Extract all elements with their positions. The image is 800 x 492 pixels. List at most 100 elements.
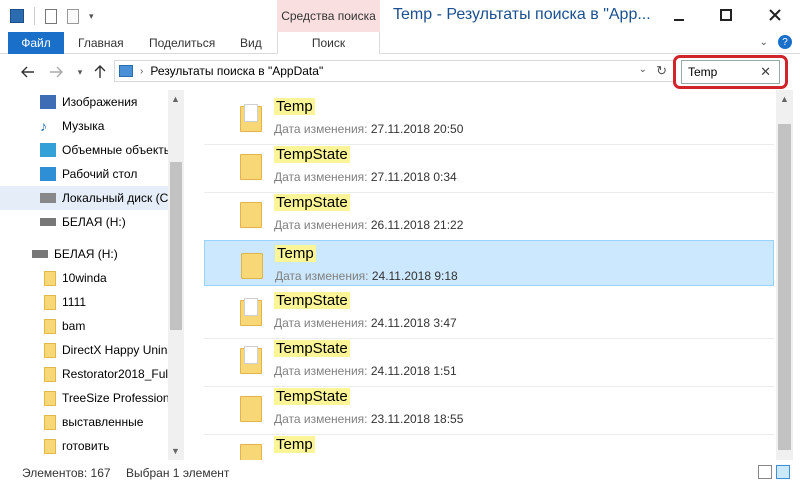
nav-item-label: DirectX Happy Uninstall <box>62 343 168 357</box>
maximize-button[interactable] <box>703 0 749 30</box>
item-date: 24.11.2018 1:51 <box>370 364 457 378</box>
folder-icon <box>240 298 262 328</box>
folder-icon <box>240 154 262 182</box>
item-name: TempState <box>274 146 350 163</box>
status-bar: Элементов: 167 Выбран 1 элемент <box>0 462 800 492</box>
properties-icon[interactable] <box>45 8 57 24</box>
folder-icon <box>240 444 262 460</box>
minimize-button[interactable] <box>656 0 702 30</box>
item-date: 26.11.2018 21:22 <box>370 218 464 232</box>
images-icon <box>40 95 56 109</box>
results-scrollbar[interactable]: ▲ <box>776 90 793 460</box>
tab-share[interactable]: Поделиться <box>149 32 215 54</box>
folder-icon <box>44 414 56 430</box>
new-folder-icon[interactable] <box>67 8 79 24</box>
item-date: 24.11.2018 3:47 <box>370 316 457 330</box>
folder-icon <box>44 294 56 310</box>
navigation-pane: Изображения ♪ Музыка Объемные объекты Ра… <box>0 90 184 460</box>
scrollbar-thumb[interactable] <box>170 162 182 330</box>
item-name: TempState <box>274 388 350 405</box>
title-bar: ▾ Средства поиска Temp - Результаты поис… <box>0 0 800 32</box>
breadcrumb-chevron-icon[interactable]: › <box>140 66 143 77</box>
back-arrow-icon <box>21 66 34 78</box>
nav-item-drive-h[interactable]: БЕЛАЯ (H:) <box>0 210 168 234</box>
search-field[interactable]: ✕ <box>681 60 780 84</box>
folder-icon <box>44 318 56 334</box>
expand-ribbon-icon[interactable]: ⌄ <box>760 37 768 48</box>
desktop-icon <box>40 167 56 181</box>
back-button[interactable] <box>20 64 36 80</box>
clear-search-icon[interactable]: ✕ <box>760 64 771 80</box>
scroll-up-icon[interactable]: ▲ <box>780 94 789 104</box>
nav-item-folder[interactable]: готовить <box>0 434 168 458</box>
list-item[interactable]: TempState Дата изменения: 24.11.2018 3:4… <box>204 288 774 334</box>
nav-item-local-disk[interactable]: Локальный диск (C:) <box>0 186 168 210</box>
scroll-down-icon[interactable]: ▼ <box>171 446 180 456</box>
usb-drive-icon <box>32 250 48 258</box>
details-view-icon[interactable] <box>758 465 772 479</box>
list-item-selected[interactable]: Temp Дата изменения: 24.11.2018 9:18 <box>204 240 774 286</box>
tab-home[interactable]: Главная <box>78 32 124 54</box>
tab-view[interactable]: Вид <box>240 32 262 54</box>
nav-item-drive-h-root[interactable]: БЕЛАЯ (H:) <box>0 242 168 266</box>
list-item[interactable]: Temp <box>204 432 774 460</box>
scrollbar-thumb[interactable] <box>778 124 791 450</box>
item-meta-label: Дата изменения: <box>274 412 368 426</box>
minimize-icon <box>674 19 684 21</box>
folder-icon <box>240 104 262 134</box>
window-title: Temp - Результаты поиска в "App... <box>393 6 651 23</box>
nav-item-folder[interactable]: Restorator2018_Full_ <box>0 362 168 386</box>
address-dropdown-icon[interactable]: ⌄ <box>639 64 647 75</box>
nav-item-folder[interactable]: 10winda <box>0 266 168 290</box>
list-item[interactable]: TempState Дата изменения: 23.11.2018 18:… <box>204 384 774 430</box>
nav-item-music[interactable]: ♪ Музыка <box>0 114 168 138</box>
nav-item-desktop[interactable]: Рабочий стол <box>0 162 168 186</box>
forward-button[interactable] <box>48 64 64 80</box>
help-icon[interactable]: ? <box>778 35 792 49</box>
3d-objects-icon <box>40 143 56 157</box>
scroll-up-icon[interactable]: ▲ <box>171 94 180 104</box>
folder-icon <box>240 346 262 376</box>
nav-item-folder[interactable]: bam <box>0 314 168 338</box>
tab-search[interactable]: Поиск <box>277 32 380 54</box>
item-name: TempState <box>274 340 350 357</box>
close-icon <box>769 9 781 21</box>
content-view-icon[interactable] <box>776 465 790 479</box>
list-item[interactable]: TempState Дата изменения: 26.11.2018 21:… <box>204 190 774 236</box>
usb-drive-icon <box>40 218 56 226</box>
nav-pane-scrollbar[interactable]: ▲ ▼ <box>168 90 184 460</box>
item-name: Temp <box>274 436 315 453</box>
nav-item-label: bam <box>62 319 86 333</box>
qat-dropdown-icon[interactable]: ▾ <box>89 11 94 22</box>
address-bar[interactable]: › Результаты поиска в "AppData" ⌄ ↻ <box>114 60 674 82</box>
nav-item-label: Музыка <box>62 119 105 133</box>
refresh-icon[interactable]: ↻ <box>656 63 667 79</box>
recent-locations-button[interactable]: ▾ <box>72 64 88 80</box>
nav-item-folder[interactable]: выставленные <box>0 410 168 434</box>
list-item[interactable]: TempState Дата изменения: 27.11.2018 0:3… <box>204 142 774 188</box>
nav-item-label: БЕЛАЯ (H:) <box>62 215 126 229</box>
nav-item-label: Изображения <box>62 95 138 109</box>
close-button[interactable] <box>750 0 800 30</box>
item-date: 24.11.2018 9:18 <box>371 269 458 283</box>
list-item[interactable]: Temp Дата изменения: 27.11.2018 20:50 <box>204 94 774 140</box>
folder-icon <box>240 202 262 230</box>
selection-count: Выбран 1 элемент <box>126 466 230 480</box>
address-path[interactable]: Результаты поиска в "AppData" <box>150 64 323 78</box>
nav-item-images[interactable]: Изображения <box>0 90 168 114</box>
search-results-icon <box>119 65 133 77</box>
item-meta-label: Дата изменения: <box>274 218 368 232</box>
search-input[interactable] <box>688 65 758 79</box>
nav-item-3d-objects[interactable]: Объемные объекты <box>0 138 168 162</box>
nav-item-folder[interactable]: TreeSize Professional <box>0 386 168 410</box>
maximize-icon <box>720 9 732 21</box>
folder-icon <box>240 396 262 424</box>
nav-item-label: БЕЛАЯ (H:) <box>54 247 118 261</box>
tab-file[interactable]: Файл <box>8 32 64 54</box>
nav-item-folder[interactable]: 1111 <box>0 290 168 314</box>
item-meta-label: Дата изменения: <box>274 122 368 136</box>
folder-icon <box>241 253 263 281</box>
nav-item-folder[interactable]: DirectX Happy Uninstall <box>0 338 168 362</box>
up-button[interactable] <box>92 64 108 80</box>
list-item[interactable]: TempState Дата изменения: 24.11.2018 1:5… <box>204 336 774 382</box>
